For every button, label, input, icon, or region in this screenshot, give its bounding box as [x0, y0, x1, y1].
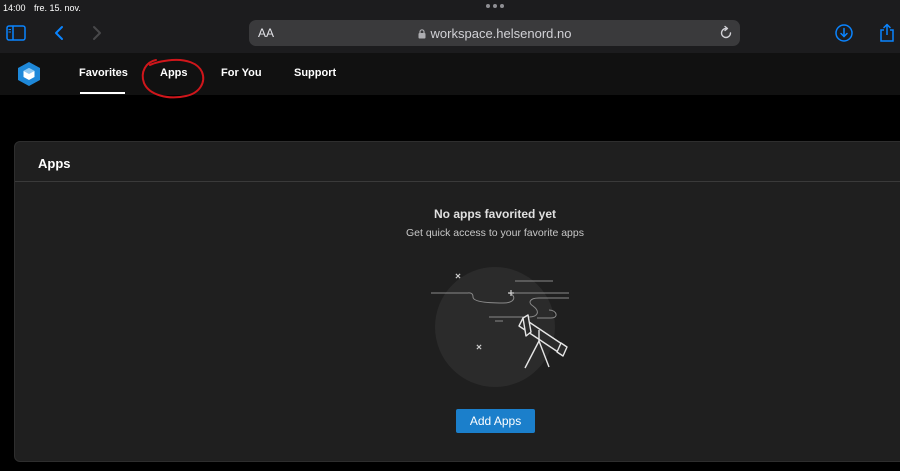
address-bar[interactable]: AA workspace.helsenord.no — [249, 20, 740, 46]
card-header: Apps — [15, 142, 900, 182]
sidebar-icon[interactable] — [5, 23, 27, 43]
empty-state-title: No apps favorited yet — [433, 207, 557, 221]
forward-icon[interactable] — [86, 23, 108, 43]
workspace-logo-icon[interactable] — [17, 61, 41, 87]
url-text: workspace.helsenord.no — [430, 26, 572, 41]
downloads-icon[interactable] — [833, 23, 855, 43]
status-date: fre. 15. nov. — [34, 3, 81, 13]
multitasking-dots-icon[interactable] — [486, 4, 506, 10]
tab-support[interactable]: Support — [294, 67, 336, 79]
card-title: Apps — [38, 156, 71, 171]
tab-apps[interactable]: Apps — [160, 67, 188, 79]
apps-card: Apps No apps favorited yet Get quick acc… — [14, 141, 900, 462]
share-icon[interactable] — [876, 23, 898, 43]
tab-for-you[interactable]: For You — [221, 67, 262, 79]
active-tab-indicator — [80, 92, 125, 94]
empty-state-subtitle: Get quick access to your favorite apps — [405, 227, 584, 239]
status-time: 14:00 — [3, 3, 26, 13]
add-apps-button[interactable]: Add Apps — [456, 409, 535, 433]
url-display[interactable]: workspace.helsenord.no — [249, 26, 740, 41]
tab-favorites[interactable]: Favorites — [79, 67, 128, 79]
lock-icon — [418, 29, 426, 39]
back-icon[interactable] — [48, 23, 70, 43]
browser-toolbar: 14:00 fre. 15. nov. AA workspace.helseno… — [0, 0, 900, 53]
reload-icon[interactable] — [718, 25, 734, 41]
telescope-illustration-icon — [431, 267, 569, 387]
app-header: Favorites Apps For You Support — [0, 53, 900, 95]
